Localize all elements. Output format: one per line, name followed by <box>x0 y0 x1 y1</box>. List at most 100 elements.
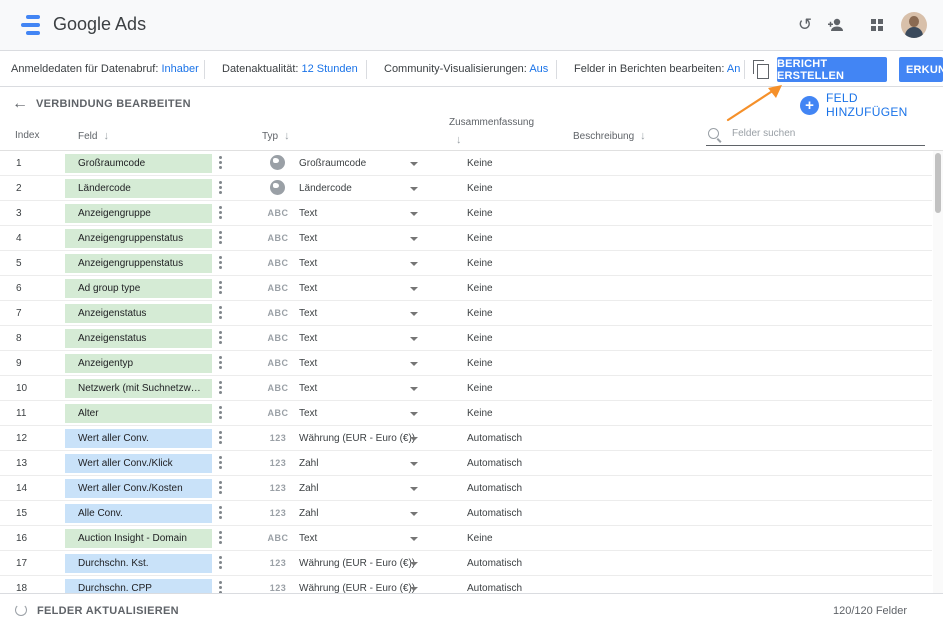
column-description[interactable]: Beschreibung ↓ <box>573 130 646 142</box>
aggregation-value[interactable]: Keine <box>467 183 493 194</box>
history-icon[interactable]: ↺ <box>795 15 815 35</box>
field-type-select[interactable]: Text <box>299 283 317 294</box>
more-vert-icon[interactable] <box>219 456 223 471</box>
field-type-select[interactable]: Großraumcode <box>299 158 366 169</box>
edit-connection-link[interactable]: VERBINDUNG BEARBEITEN <box>36 98 191 110</box>
column-type[interactable]: Typ ↓ <box>262 130 290 142</box>
aggregation-value[interactable]: Automatisch <box>467 508 522 519</box>
field-name-chip[interactable]: Großraumcode <box>65 154 212 173</box>
more-vert-icon[interactable] <box>219 506 223 521</box>
field-name-chip[interactable]: Anzeigentyp <box>65 354 212 373</box>
refresh-icon[interactable] <box>15 604 27 616</box>
table-row[interactable]: 3 Anzeigengruppe ABC Text Keine <box>0 201 932 226</box>
field-type-select[interactable]: Währung (EUR - Euro (€)) <box>299 433 415 444</box>
field-name-chip[interactable]: Auction Insight - Domain <box>65 529 212 548</box>
table-row[interactable]: 10 Netzwerk (mit Suchnetzw… ABC Text Keine <box>0 376 932 401</box>
aggregation-value[interactable]: Keine <box>467 408 493 419</box>
field-type-select[interactable]: Text <box>299 333 317 344</box>
chevron-down-icon[interactable] <box>410 512 418 516</box>
more-vert-icon[interactable] <box>219 356 223 371</box>
community-viz-value-link[interactable]: Aus <box>529 63 548 75</box>
chevron-down-icon[interactable] <box>410 437 418 441</box>
field-type-select[interactable]: Text <box>299 358 317 369</box>
table-row[interactable]: 5 Anzeigengruppenstatus ABC Text Keine <box>0 251 932 276</box>
edit-fields-value-link[interactable]: An <box>727 63 740 75</box>
aggregation-value[interactable]: Keine <box>467 333 493 344</box>
create-report-button[interactable]: BERICHT ERSTELLEN <box>777 57 887 82</box>
chevron-down-icon[interactable] <box>410 412 418 416</box>
scrollbar[interactable] <box>933 151 943 593</box>
aggregation-value[interactable]: Automatisch <box>467 558 522 569</box>
back-arrow-icon[interactable]: ← <box>12 96 28 112</box>
aggregation-value[interactable]: Keine <box>467 358 493 369</box>
aggregation-value[interactable]: Keine <box>467 208 493 219</box>
aggregation-value[interactable]: Keine <box>467 158 493 169</box>
add-field-button[interactable]: + FELD HINZUFÜGEN <box>800 91 943 119</box>
field-type-select[interactable]: Zahl <box>299 483 318 494</box>
aggregation-value[interactable]: Automatisch <box>467 583 522 593</box>
chevron-down-icon[interactable] <box>410 337 418 341</box>
more-vert-icon[interactable] <box>219 206 223 221</box>
field-type-select[interactable]: Währung (EUR - Euro (€)) <box>299 583 415 593</box>
column-aggregation[interactable]: Zusammenfassung <box>449 117 534 128</box>
aggregation-value[interactable]: Keine <box>467 283 493 294</box>
credentials-value-link[interactable]: Inhaber <box>161 63 198 75</box>
table-row[interactable]: 18 Durchschn. CPP 123 Währung (EUR - Euro (… <box>0 576 932 593</box>
field-name-chip[interactable]: Wert aller Conv./Klick <box>65 454 212 473</box>
field-type-select[interactable]: Zahl <box>299 458 318 469</box>
aggregation-value[interactable]: Automatisch <box>467 458 522 469</box>
freshness-value-link[interactable]: 12 Stunden <box>302 63 358 75</box>
field-name-chip[interactable]: Netzwerk (mit Suchnetzw… <box>65 379 212 398</box>
more-vert-icon[interactable] <box>219 481 223 496</box>
chevron-down-icon[interactable] <box>410 387 418 391</box>
field-type-select[interactable]: Text <box>299 308 317 319</box>
refresh-fields-button[interactable]: FELDER AKTUALISIEREN <box>37 605 179 617</box>
more-vert-icon[interactable] <box>219 306 223 321</box>
field-name-chip[interactable]: Wert aller Conv./Kosten <box>65 479 212 498</box>
field-type-select[interactable]: Text <box>299 258 317 269</box>
add-person-icon[interactable] <box>826 15 846 35</box>
field-type-select[interactable]: Ländercode <box>299 183 352 194</box>
more-vert-icon[interactable] <box>219 406 223 421</box>
search-input[interactable] <box>732 128 917 139</box>
table-row[interactable]: 15 Alle Conv. 123 Zahl Automatisch <box>0 501 932 526</box>
aggregation-value[interactable]: Keine <box>467 383 493 394</box>
table-row[interactable]: 2 Ländercode Ländercode Keine <box>0 176 932 201</box>
field-type-select[interactable]: Text <box>299 233 317 244</box>
more-vert-icon[interactable] <box>219 231 223 246</box>
chevron-down-icon[interactable] <box>410 237 418 241</box>
table-row[interactable]: 7 Anzeigenstatus ABC Text Keine <box>0 301 932 326</box>
table-row[interactable]: 13 Wert aller Conv./Klick 123 Zahl Automatis… <box>0 451 932 476</box>
chevron-down-icon[interactable] <box>410 587 418 591</box>
table-row[interactable]: 1 Großraumcode Großraumcode Keine <box>0 151 932 176</box>
scrollbar-thumb[interactable] <box>935 153 941 213</box>
field-name-chip[interactable]: Alter <box>65 404 212 423</box>
more-vert-icon[interactable] <box>219 256 223 271</box>
field-name-chip[interactable]: Alle Conv. <box>65 504 212 523</box>
more-vert-icon[interactable] <box>219 581 223 593</box>
chevron-down-icon[interactable] <box>410 287 418 291</box>
chevron-down-icon[interactable] <box>410 487 418 491</box>
chevron-down-icon[interactable] <box>410 162 418 166</box>
column-field[interactable]: Feld ↓ <box>78 130 109 142</box>
field-type-select[interactable]: Text <box>299 383 317 394</box>
more-vert-icon[interactable] <box>219 431 223 446</box>
apps-grid-icon[interactable] <box>867 15 887 35</box>
table-row[interactable]: 11 Alter ABC Text Keine <box>0 401 932 426</box>
more-vert-icon[interactable] <box>219 531 223 546</box>
more-vert-icon[interactable] <box>219 181 223 196</box>
aggregation-value[interactable]: Keine <box>467 533 493 544</box>
field-type-select[interactable]: Währung (EUR - Euro (€)) <box>299 558 415 569</box>
aggregation-value[interactable]: Keine <box>467 258 493 269</box>
more-vert-icon[interactable] <box>219 381 223 396</box>
table-row[interactable]: 9 Anzeigentyp ABC Text Keine <box>0 351 932 376</box>
field-name-chip[interactable]: Anzeigengruppe <box>65 204 212 223</box>
table-row[interactable]: 14 Wert aller Conv./Kosten 123 Zahl Automati… <box>0 476 932 501</box>
explore-button[interactable]: ERKUND <box>899 57 943 82</box>
user-avatar[interactable] <box>901 12 927 38</box>
chevron-down-icon[interactable] <box>410 312 418 316</box>
chevron-down-icon[interactable] <box>410 462 418 466</box>
table-row[interactable]: 6 Ad group type ABC Text Keine <box>0 276 932 301</box>
table-row[interactable]: 16 Auction Insight - Domain ABC Text Keine <box>0 526 932 551</box>
field-name-chip[interactable]: Anzeigengruppenstatus <box>65 229 212 248</box>
